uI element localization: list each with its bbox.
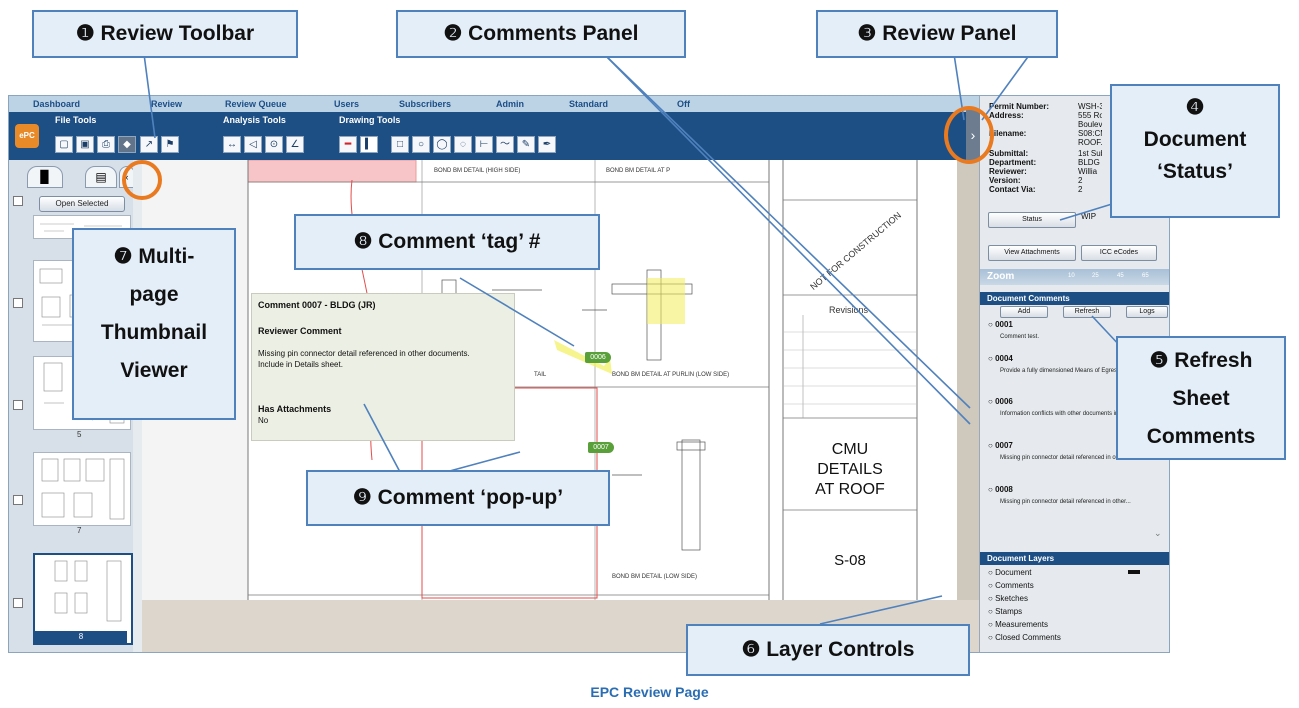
callout-comment-popup: ❾ Comment ‘pop-up’ [306,470,610,526]
highlight-ring [122,160,162,200]
callout-layer-controls: ❻ Layer Controls [686,624,970,676]
callout-comments-panel: ❷ Comments Panel [396,10,686,58]
callout-review-toolbar: ❶ Review Toolbar [32,10,298,58]
callout-comment-tag: ❽ Comment ‘tag’ # [294,214,600,270]
callout-thumbnail-viewer: ❼ Multi- page Thumbnail Viewer [72,228,236,420]
callout-refresh-comments: ❺ Refresh Sheet Comments [1116,336,1286,460]
callout-document-status: ❹ Document ‘Status’ [1110,84,1280,218]
page-caption: EPC Review Page [590,684,709,700]
highlight-ring [944,106,994,164]
callout-review-panel: ❸ Review Panel [816,10,1058,58]
